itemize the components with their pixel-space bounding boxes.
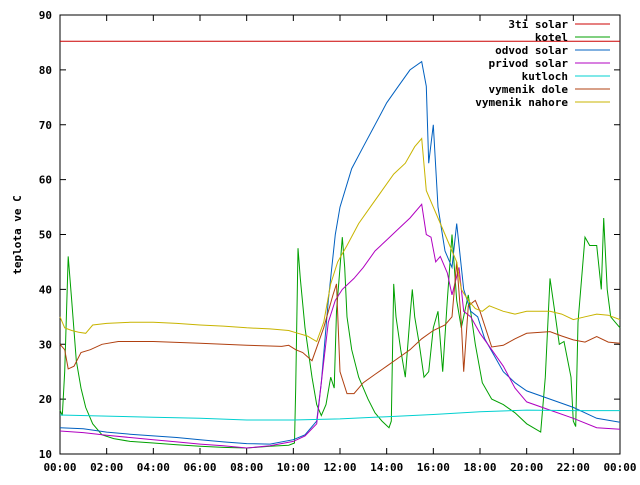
y-tick-label: 60 xyxy=(39,174,52,187)
x-tick-label: 12:00 xyxy=(323,461,356,474)
y-tick-label: 20 xyxy=(39,393,52,406)
line-chart: teplota ve C 10 20 30 40 50 60 70 80 90 00:00 02:0… xyxy=(0,0,640,480)
x-tick-label: 00:00 xyxy=(43,461,76,474)
series-line-4 xyxy=(59,409,620,421)
series-line-6 xyxy=(59,137,621,343)
x-tick-label: 04:00 xyxy=(137,461,170,474)
x-tick-label: 02:00 xyxy=(90,461,123,474)
x-tick-label: 20:00 xyxy=(510,461,543,474)
legend-label: vymenik nahore xyxy=(475,96,568,109)
x-tick-label: 22:00 xyxy=(557,461,590,474)
legend-label: vymenik dole xyxy=(489,83,569,96)
y-tick-label: 30 xyxy=(39,338,52,351)
legend-label: privod solar xyxy=(489,57,569,70)
y-tick-label: 40 xyxy=(39,283,52,296)
chart-canvas: teplota ve C 10 20 30 40 50 60 70 80 90 00:00 02:0… xyxy=(11,9,637,474)
series-line-5 xyxy=(59,261,621,395)
x-tick-label: 16:00 xyxy=(417,461,450,474)
y-tick-label: 70 xyxy=(39,119,52,132)
y-tick-label: 90 xyxy=(39,9,52,22)
y-tick-label: 80 xyxy=(39,64,52,77)
x-tick-label: 14:00 xyxy=(370,461,403,474)
y-tick-label: 10 xyxy=(39,448,52,461)
y-axis-label: teplota ve C xyxy=(11,195,24,274)
series-line-3 xyxy=(59,203,621,449)
x-tick-label: 10:00 xyxy=(277,461,310,474)
legend-label: kotel xyxy=(535,31,568,44)
legend-label: 3ti solar xyxy=(508,18,568,31)
y-tick-label: 50 xyxy=(39,229,52,242)
x-tick-label: 06:00 xyxy=(183,461,216,474)
x-tick-label: 08:00 xyxy=(230,461,263,474)
series-line-2 xyxy=(59,60,621,445)
x-tick-label: 00:00 xyxy=(603,461,636,474)
legend-label: kutloch xyxy=(522,70,568,83)
legend: 3ti solarkotelodvod solarprivod solarkut… xyxy=(475,18,610,109)
x-tick-label: 18:00 xyxy=(463,461,496,474)
legend-label: odvod solar xyxy=(495,44,568,57)
